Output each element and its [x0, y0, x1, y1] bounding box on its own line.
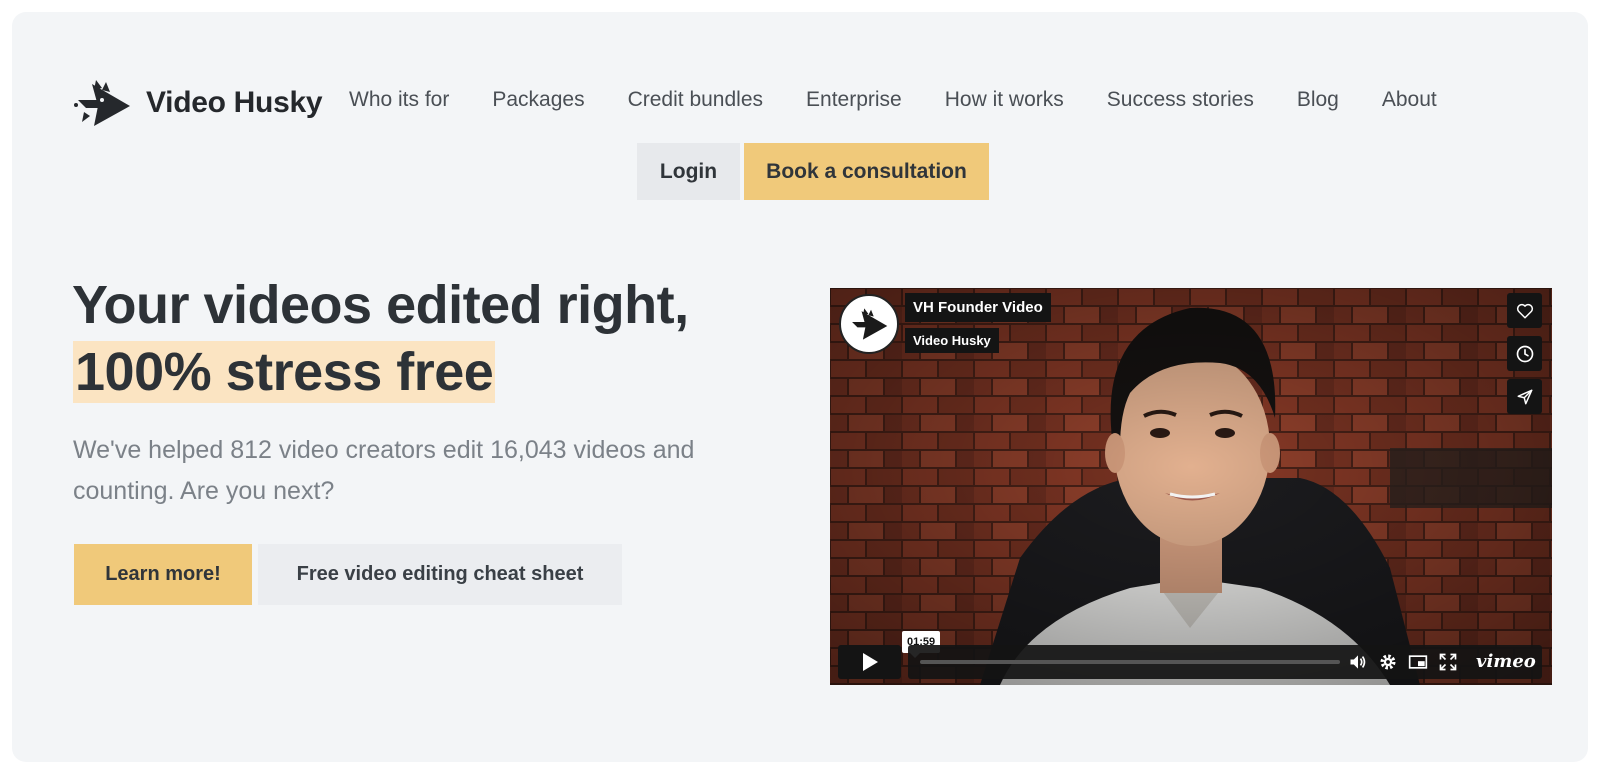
cheat-sheet-button[interactable]: Free video editing cheat sheet	[258, 544, 622, 605]
husky-logo-icon	[74, 80, 130, 126]
main-nav: Who its for Packages Credit bundles Ente…	[349, 88, 1437, 112]
nav-item-credit-bundles[interactable]: Credit bundles	[628, 88, 763, 112]
volume-icon[interactable]	[1348, 652, 1368, 672]
nav-item-packages[interactable]: Packages	[492, 88, 584, 112]
page-container: Video Husky Who its for Packages Credit …	[12, 12, 1588, 762]
control-bar: vimeo	[908, 645, 1542, 679]
vimeo-logo[interactable]: vimeo	[1476, 651, 1536, 672]
play-button[interactable]	[838, 645, 901, 679]
player-controls: vimeo	[838, 645, 1542, 679]
nav-item-success-stories[interactable]: Success stories	[1107, 88, 1254, 112]
video-byline[interactable]: Video Husky	[905, 328, 999, 353]
hero-subtitle: We've helped 812 video creators edit 16,…	[73, 436, 695, 505]
like-button[interactable]	[1507, 293, 1542, 328]
login-button[interactable]: Login	[637, 143, 740, 200]
brand-logo[interactable]: Video Husky	[72, 78, 323, 128]
video-title[interactable]: VH Founder Video	[905, 293, 1051, 322]
video-player[interactable]: VH Founder Video Video Husky 01:59 vimeo	[830, 288, 1552, 685]
channel-avatar[interactable]	[839, 294, 899, 354]
hero-title-line1: Your videos edited right,	[72, 275, 689, 335]
hero-title-highlight: 100% stress free	[73, 341, 496, 403]
nav-item-blog[interactable]: Blog	[1297, 88, 1339, 112]
heart-icon	[1516, 303, 1533, 318]
play-icon	[862, 653, 878, 671]
paper-plane-icon	[1517, 389, 1532, 404]
book-consultation-button[interactable]: Book a consultation	[744, 143, 989, 200]
brand-name: Video Husky	[146, 86, 323, 119]
learn-more-button[interactable]: Learn more!	[74, 544, 252, 605]
nav-item-who-its-for[interactable]: Who its for	[349, 88, 449, 112]
nav-item-enterprise[interactable]: Enterprise	[806, 88, 902, 112]
fullscreen-icon[interactable]	[1438, 652, 1458, 672]
picture-in-picture-icon[interactable]	[1408, 652, 1428, 672]
clock-icon	[1516, 345, 1533, 362]
nav-item-about[interactable]: About	[1382, 88, 1437, 112]
share-button[interactable]	[1507, 379, 1542, 414]
progress-bar[interactable]	[920, 660, 1340, 664]
nav-item-how-it-works[interactable]: How it works	[945, 88, 1064, 112]
husky-logo-icon	[852, 308, 888, 340]
watch-later-button[interactable]	[1507, 336, 1542, 371]
gear-icon[interactable]	[1378, 652, 1398, 672]
